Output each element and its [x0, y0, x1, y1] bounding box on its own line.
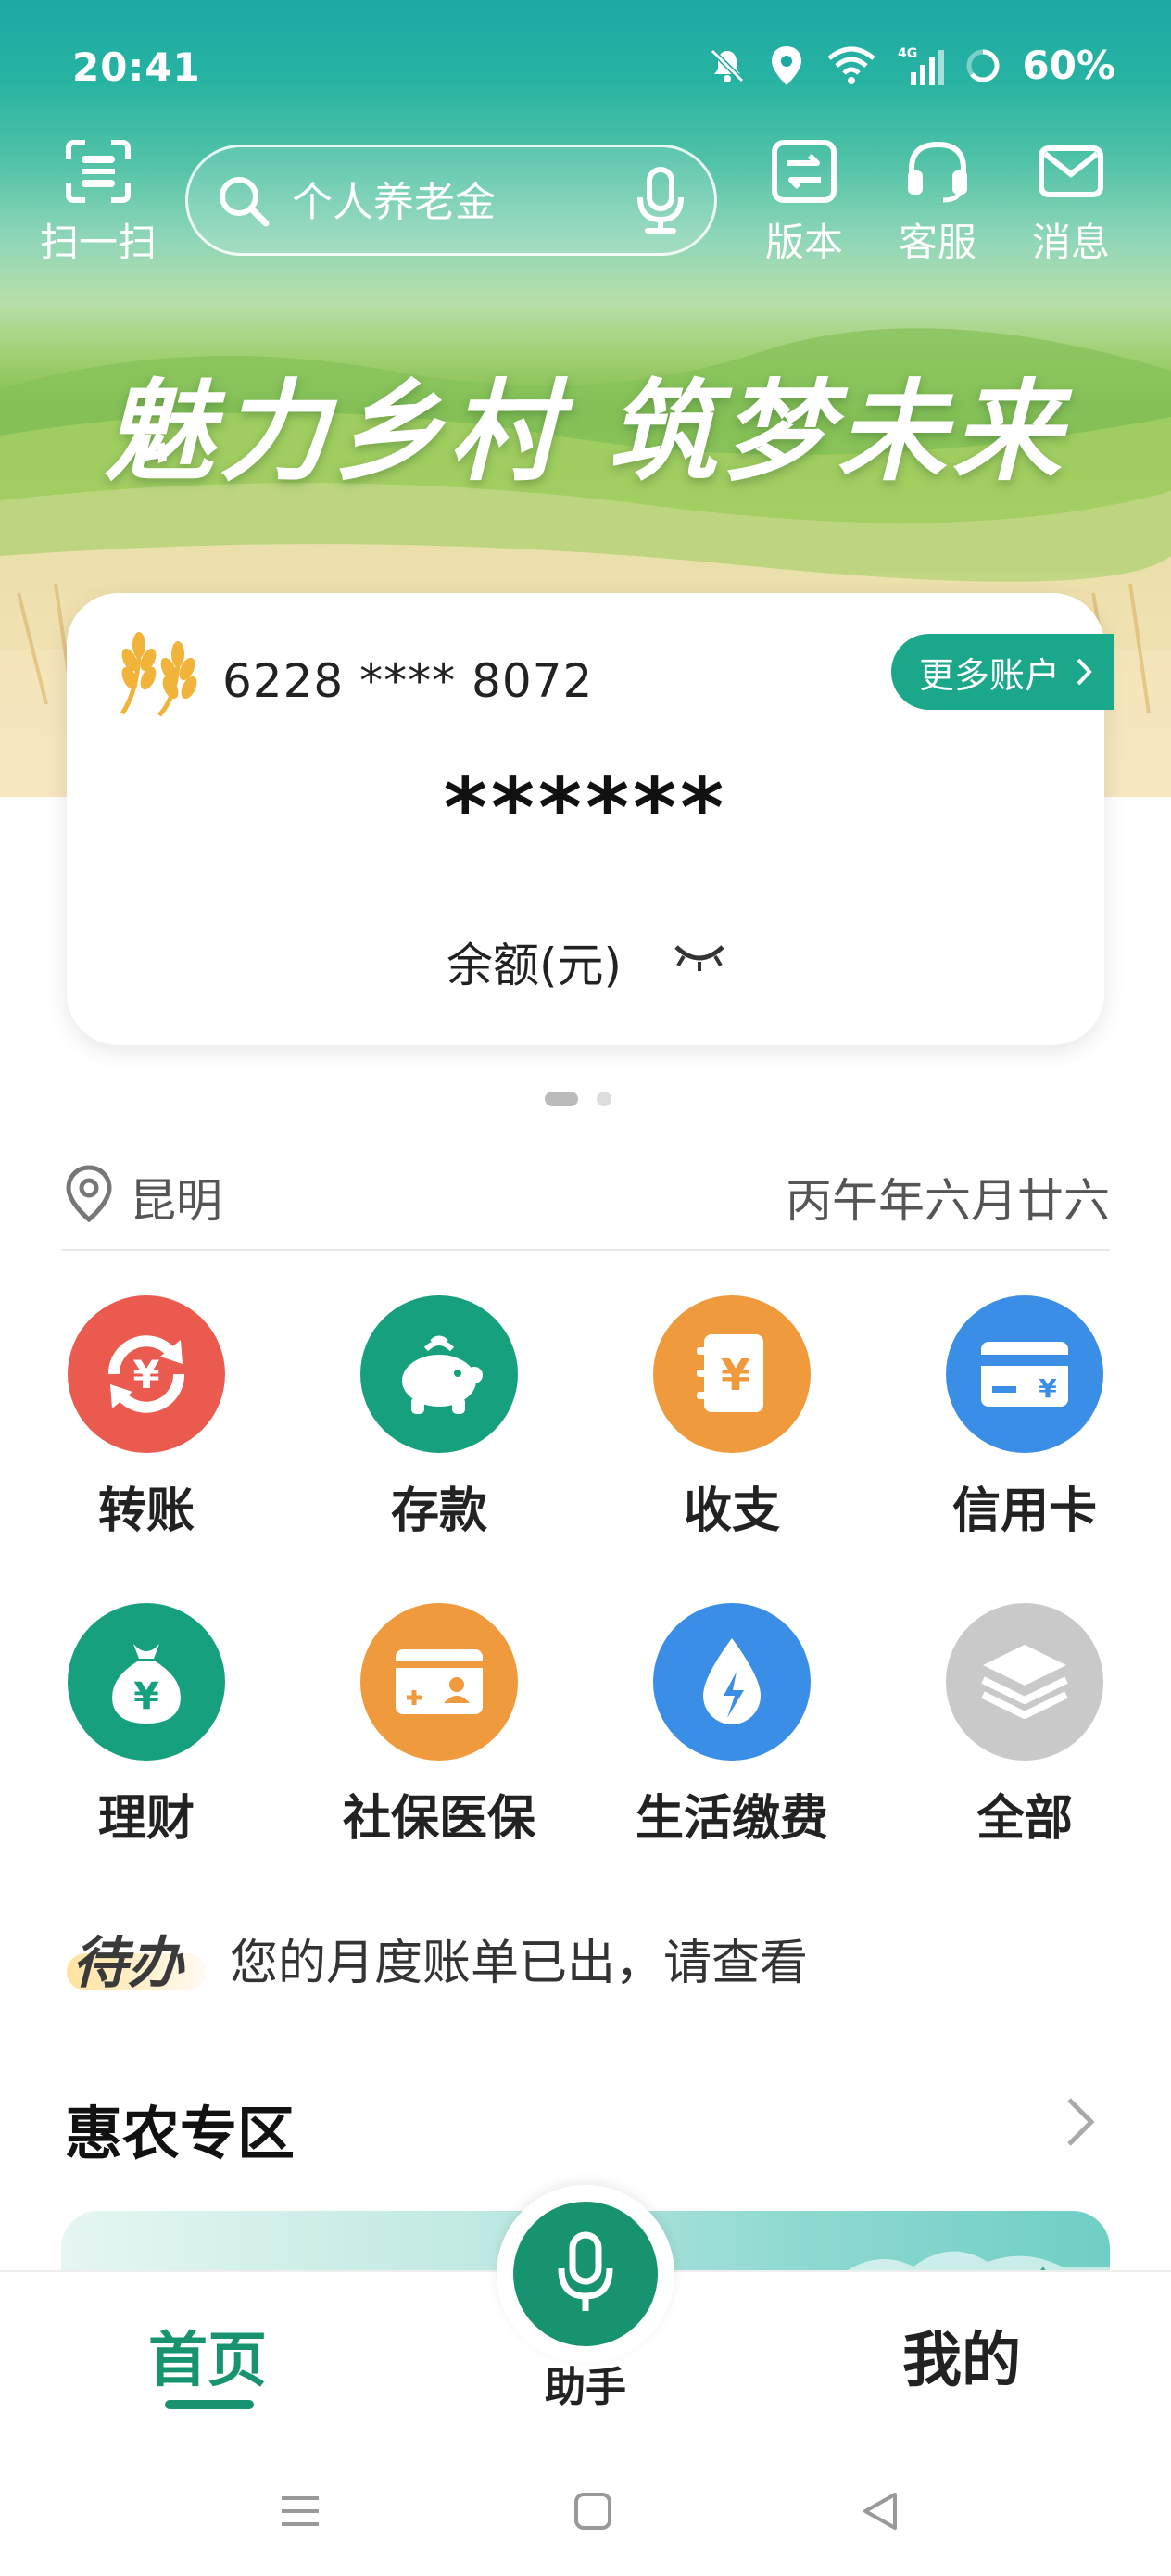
function-label: 全部	[976, 1791, 1073, 1847]
function-deposit[interactable]: 存款	[328, 1295, 550, 1541]
wifi-icon	[827, 46, 876, 84]
function-credit-card[interactable]: ¥ 信用卡	[913, 1295, 1136, 1541]
system-navigation-bar	[0, 2456, 1171, 2576]
eye-closed-icon[interactable]	[671, 938, 728, 975]
scan-label: 扫一扫	[39, 220, 157, 265]
svg-text:¥: ¥	[721, 1350, 750, 1400]
battery-percentage: 60%	[1022, 43, 1115, 88]
nav-mine-tab[interactable]: 我的	[902, 2313, 1021, 2398]
ledger-icon: ¥	[653, 1295, 811, 1453]
credit-card-icon: ¥	[946, 1295, 1103, 1453]
network-type: 4G	[898, 46, 917, 61]
function-label: 生活缴费	[635, 1791, 828, 1847]
customer-service-button[interactable]: 客服	[873, 139, 1002, 268]
function-label: 信用卡	[951, 1484, 1097, 1539]
lunar-date: 丙午年六月廿六	[786, 1174, 1110, 1228]
money-bag-icon: ¥	[68, 1603, 225, 1761]
chevron-right-icon[interactable]	[1064, 2094, 1097, 2150]
home-square-icon[interactable]	[571, 2489, 615, 2533]
microphone-icon	[558, 2231, 613, 2311]
search-input[interactable]	[292, 170, 607, 234]
location-city[interactable]: 昆明	[130, 1164, 222, 1231]
svg-text:¥: ¥	[132, 1352, 159, 1397]
function-all[interactable]: 全部	[913, 1603, 1136, 1849]
assistant-label: 助手	[545, 2364, 626, 2411]
search-bar[interactable]	[185, 145, 717, 256]
version-switch-icon	[772, 140, 837, 203]
more-accounts-label: 更多账户	[918, 654, 1060, 696]
account-card[interactable]: 6228 **** 8072 更多账户 ****** 余额(元)	[67, 593, 1114, 1045]
transfer-icon: ¥	[68, 1295, 225, 1453]
envelope-icon	[1039, 145, 1103, 197]
id-card-icon	[360, 1603, 518, 1761]
svg-text:¥: ¥	[133, 1675, 159, 1718]
nav-active-indicator	[165, 2400, 254, 2409]
balance-label: 余额(元)	[447, 939, 623, 992]
scan-icon	[66, 140, 131, 203]
customer-service-label: 客服	[898, 220, 976, 265]
function-income-expense[interactable]: ¥ 收支	[621, 1295, 843, 1541]
function-wealth[interactable]: ¥ 理财	[35, 1603, 258, 1849]
function-transfer[interactable]: ¥ 转账	[35, 1295, 258, 1541]
voice-search-icon[interactable]	[635, 166, 686, 236]
status-icons: 4G 60%	[707, 43, 1115, 88]
top-toolbar: 扫一扫 版本	[0, 139, 1171, 269]
status-time: 20:41	[72, 44, 201, 90]
pager-dot	[597, 1092, 611, 1106]
status-bar: 20:41 4G 60%	[0, 0, 1171, 139]
function-social-medical-insurance[interactable]: 社保医保	[328, 1603, 550, 1849]
balance-masked: ******	[443, 760, 728, 857]
utility-drop-icon	[653, 1603, 811, 1761]
version-button[interactable]: 版本	[739, 139, 869, 268]
function-label: 社保医保	[342, 1791, 535, 1847]
function-label: 理财	[97, 1791, 195, 1847]
todo-notice[interactable]: 待办 您的月度账单已出，请查看	[67, 1918, 1104, 1996]
assistant-button[interactable]	[497, 2185, 674, 2363]
function-label: 收支	[683, 1484, 780, 1539]
function-utility-payment[interactable]: 生活缴费	[621, 1603, 843, 1849]
card-pager	[545, 1092, 611, 1106]
headset-icon	[908, 141, 967, 203]
banner-slogan: 魅力乡村 筑梦未来	[104, 367, 1067, 496]
todo-text: 您的月度账单已出，请查看	[230, 1936, 809, 1991]
piggy-bank-icon	[360, 1295, 518, 1453]
more-accounts-button[interactable]: 更多账户	[890, 634, 1114, 710]
location-pin-icon	[66, 1165, 112, 1223]
version-label: 版本	[764, 220, 843, 265]
pager-dot-active	[545, 1092, 578, 1106]
location-pin-icon	[772, 45, 802, 85]
scan-button[interactable]: 扫一扫	[33, 139, 163, 268]
nav-home-tab[interactable]: 首页	[148, 2313, 267, 2398]
section-title: 惠农专区	[65, 2100, 296, 2167]
messages-button[interactable]: 消息	[1006, 139, 1136, 268]
mute-icon	[711, 48, 745, 82]
todo-tag: 待办	[72, 1931, 183, 1996]
card-number: 6228 **** 8072	[222, 654, 594, 708]
layers-icon	[946, 1603, 1103, 1761]
battery-ring-icon	[966, 49, 1000, 82]
svg-text:¥: ¥	[1039, 1373, 1057, 1404]
assistant-button-circle	[513, 2202, 658, 2346]
location-row: 昆明 丙午年六月廿六	[61, 1158, 1110, 1251]
back-triangle-icon[interactable]	[858, 2489, 902, 2533]
messages-label: 消息	[1031, 220, 1110, 265]
search-icon	[220, 177, 270, 227]
function-label: 存款	[390, 1484, 487, 1539]
cellular-signal-icon: 4G	[898, 46, 945, 85]
chevron-right-icon	[1077, 658, 1092, 686]
menu-icon[interactable]	[278, 2489, 322, 2533]
wheat-logo-icon	[120, 632, 197, 717]
function-label: 转账	[97, 1484, 195, 1539]
